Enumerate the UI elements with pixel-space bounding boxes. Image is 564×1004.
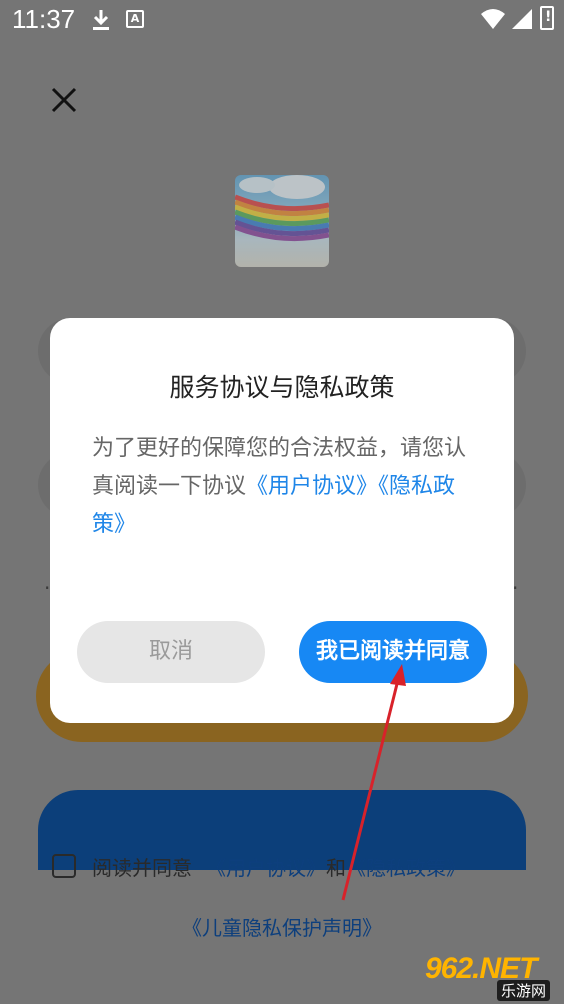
status-time: 11:37 — [12, 4, 76, 34]
signal-icon — [512, 9, 532, 29]
dialog-body: 为了更好的保障您的合法权益，请您认真阅读一下协议《用户协议》《隐私政策》 — [92, 430, 482, 544]
download-icon — [93, 10, 109, 30]
user-agreement-link[interactable]: 《用户协议》 — [206, 852, 326, 881]
privacy-policy-link[interactable]: 《隐私政策》 — [346, 852, 466, 881]
agreement-row: 阅读并同意 《用户协议》 和 《隐私政策》 — [52, 850, 466, 882]
cancel-button[interactable]: 取消 — [77, 621, 265, 683]
wifi-icon — [481, 9, 505, 29]
dialog-user-agreement-link[interactable]: 《用户协议》 — [246, 474, 378, 499]
watermark-sub: 乐游网 — [497, 980, 551, 1001]
app-logo — [235, 175, 329, 267]
status-bar: 11:37 A — [0, 0, 564, 40]
battery-icon — [540, 6, 554, 30]
font-icon: A — [126, 10, 144, 28]
dialog-title: 服务协议与隐私政策 — [169, 373, 395, 402]
close-icon[interactable] — [50, 86, 78, 114]
agree-and-text: 和 — [326, 855, 346, 880]
site-watermark: 962.NET 乐游网 — [425, 952, 560, 1001]
agree-button[interactable]: 我已阅读并同意 — [299, 621, 487, 683]
privacy-dialog: 服务协议与隐私政策 为了更好的保障您的合法权益，请您认真阅读一下协议《用户协议》… — [50, 318, 514, 723]
agree-prefix: 阅读并同意 — [92, 855, 192, 880]
agree-checkbox[interactable] — [52, 854, 76, 878]
child-privacy-link[interactable]: 《儿童隐私保护声明》 — [0, 912, 564, 941]
